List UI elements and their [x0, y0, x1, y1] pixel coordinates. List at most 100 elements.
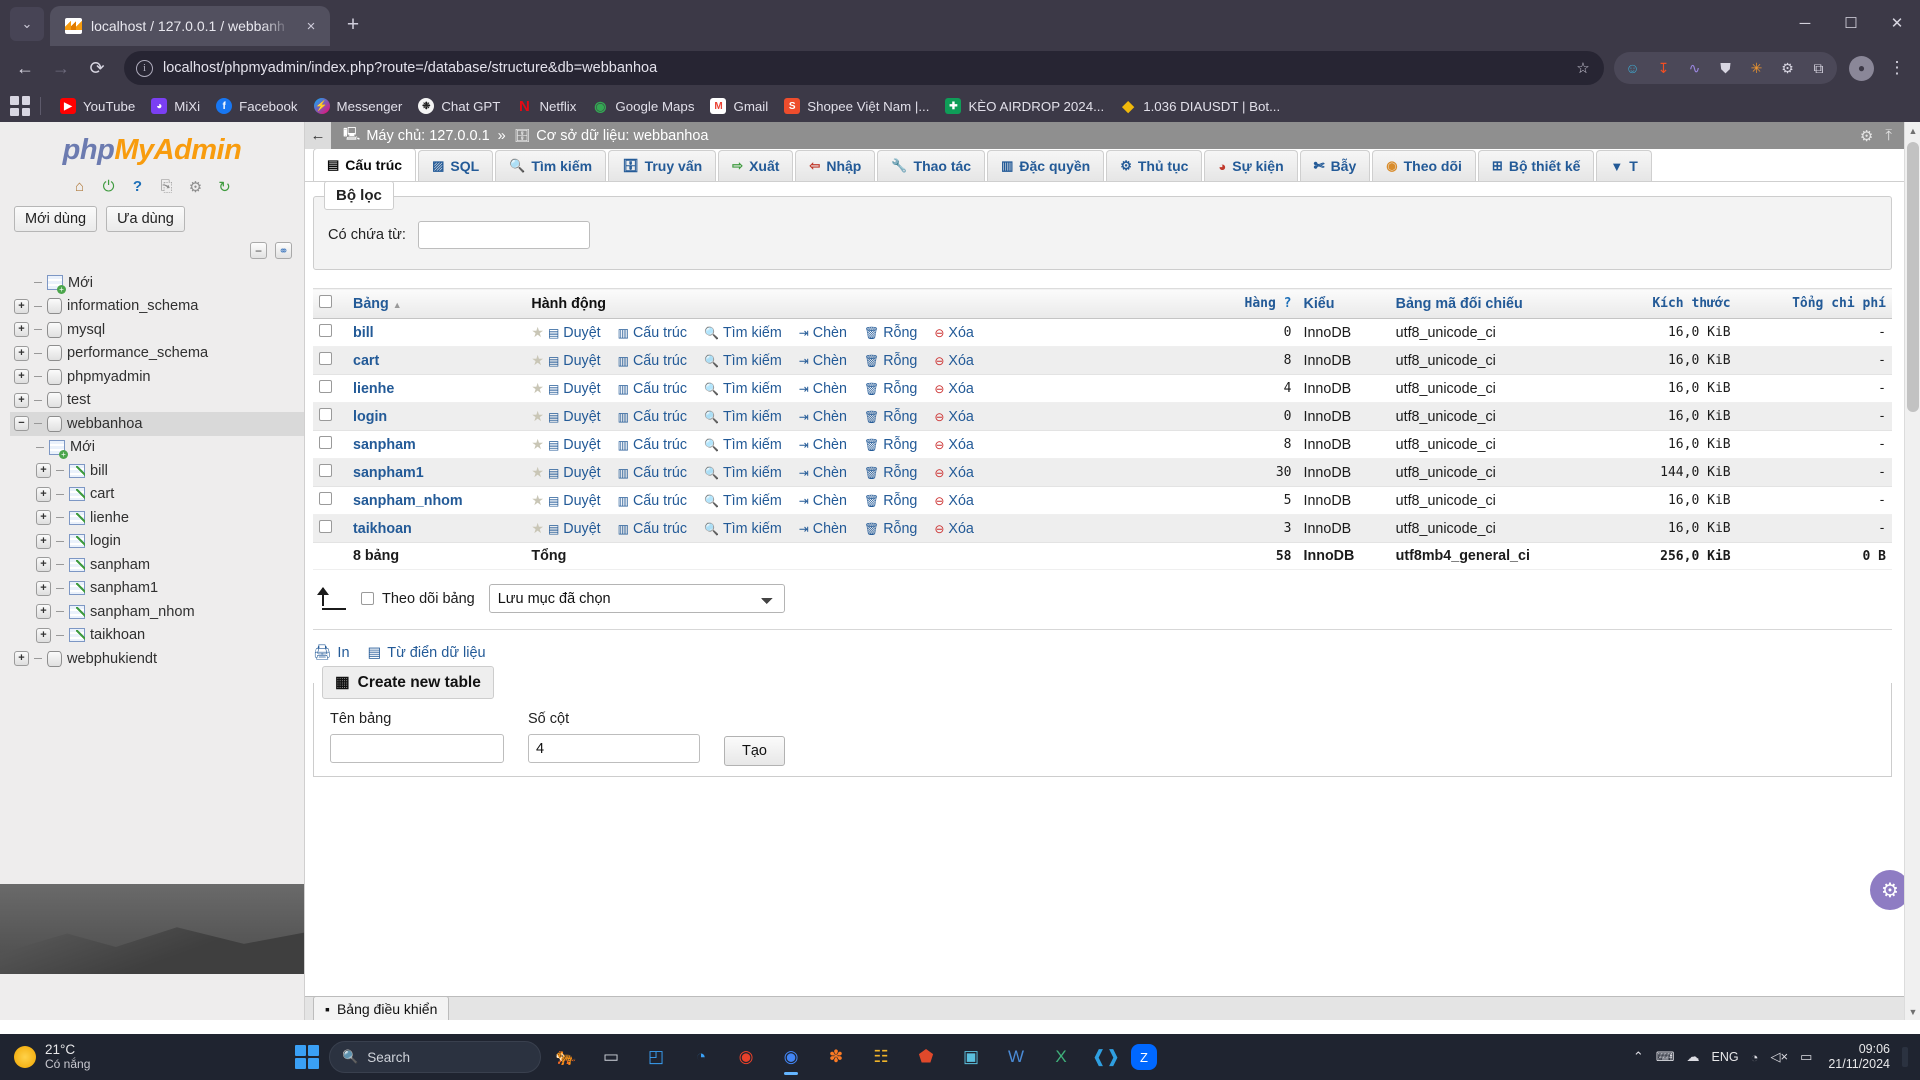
- action-structure[interactable]: ▥ Cấu trúc: [618, 437, 687, 453]
- track-tables-row[interactable]: Theo dõi bảng: [361, 591, 475, 607]
- minimize-icon[interactable]: ─: [1782, 0, 1828, 46]
- store-icon[interactable]: ▣: [951, 1037, 991, 1077]
- scroll-up-icon[interactable]: ▲: [1905, 122, 1920, 139]
- tree-item-test[interactable]: + test: [10, 389, 304, 413]
- idm-extension-icon[interactable]: ↧: [1649, 54, 1678, 83]
- row-select[interactable]: [313, 430, 347, 459]
- page-scrollbar[interactable]: ▲ ▼: [1904, 122, 1920, 1020]
- row-select[interactable]: [313, 458, 347, 487]
- action-empty[interactable]: 🗑 Rỗng: [864, 465, 917, 481]
- copilot-icon[interactable]: 🐅: [546, 1037, 586, 1077]
- table-name-cell[interactable]: login: [347, 402, 526, 431]
- close-icon[interactable]: ×: [300, 15, 322, 37]
- action-structure[interactable]: ▥ Cấu trúc: [618, 465, 687, 481]
- data-dictionary-link[interactable]: ▤ Từ điển dữ liệu: [368, 645, 486, 661]
- avatar[interactable]: ●: [1849, 55, 1874, 81]
- tab-designer[interactable]: ⊞ Bộ thiết kế: [1477, 150, 1595, 181]
- expand-icon[interactable]: +: [14, 369, 29, 385]
- home-icon[interactable]: ⌂: [70, 177, 90, 196]
- collapse-all-icon[interactable]: −: [250, 242, 267, 259]
- action-browse[interactable]: ▤ Duyệt: [548, 325, 601, 341]
- favorite-star-icon[interactable]: ★: [531, 352, 544, 368]
- col-table[interactable]: Bảng ▲: [347, 288, 526, 319]
- action-search[interactable]: 🔍 Tìm kiếm: [704, 353, 782, 369]
- bookmark-youtube[interactable]: ▶ YouTube: [52, 95, 143, 117]
- track-tables-checkbox[interactable]: [361, 592, 374, 605]
- table-row[interactable]: cart ★ ▤ Duyệt ▥ Cấu trúc 🔍 Tìm kiếm ⇥ Chèn …: [313, 346, 1892, 375]
- col-collation[interactable]: Bảng mã đối chiếu: [1389, 288, 1605, 319]
- table-link[interactable]: cart: [353, 353, 379, 369]
- unlink-icon[interactable]: ⚭: [275, 242, 292, 259]
- table-link[interactable]: taikhoan: [353, 521, 412, 537]
- tree-item-lienhe[interactable]: + lienhe: [10, 506, 304, 530]
- table-row[interactable]: taikhoan ★ ▤ Duyệt ▥ Cấu trúc 🔍 Tìm kiếm ⇥ C…: [313, 514, 1892, 543]
- keyboard-icon[interactable]: ⌨: [1656, 1049, 1675, 1065]
- tree-item-performance-schema[interactable]: + performance_schema: [10, 342, 304, 366]
- tree-item-mysql[interactable]: + mysql: [10, 318, 304, 342]
- action-empty[interactable]: 🗑 Rỗng: [864, 353, 917, 369]
- expand-icon[interactable]: +: [36, 557, 51, 573]
- action-search[interactable]: 🔍 Tìm kiếm: [704, 437, 782, 453]
- table-name-cell[interactable]: bill: [347, 318, 526, 347]
- action-empty[interactable]: 🗑 Rỗng: [864, 409, 917, 425]
- brave-icon[interactable]: ⬟: [906, 1037, 946, 1077]
- tab-structure[interactable]: ▤ Cấu trúc: [313, 149, 417, 181]
- action-insert[interactable]: ⇥ Chèn: [799, 521, 847, 537]
- action-insert[interactable]: ⇥ Chèn: [799, 437, 847, 453]
- row-checkbox[interactable]: [319, 380, 332, 393]
- star-extension-icon[interactable]: ✳: [1742, 54, 1771, 83]
- favorite-star-icon[interactable]: ★: [531, 492, 544, 508]
- row-checkbox[interactable]: [319, 492, 332, 505]
- tab-routines[interactable]: ⚙ Thủ tục: [1106, 150, 1203, 181]
- bookmark-keo-airdrop[interactable]: ✚ KÈO AIRDROP 2024...: [937, 95, 1112, 117]
- tab-search-button[interactable]: ⌄: [10, 7, 44, 41]
- onedrive-icon[interactable]: ☁: [1687, 1049, 1700, 1065]
- search-input[interactable]: 🔍 Search: [329, 1041, 541, 1073]
- action-empty[interactable]: 🗑 Rỗng: [864, 493, 917, 509]
- tree-item-phpmyadmin[interactable]: + phpmyadmin: [10, 365, 304, 389]
- expand-icon[interactable]: +: [14, 651, 29, 667]
- action-insert[interactable]: ⇥ Chèn: [799, 325, 847, 341]
- docs-icon[interactable]: ⎘: [157, 177, 177, 196]
- tree-item-moi[interactable]: Mới: [10, 271, 304, 295]
- action-browse[interactable]: ▤ Duyệt: [548, 409, 601, 425]
- favorite-star-icon[interactable]: ★: [531, 436, 544, 452]
- word-icon[interactable]: W: [996, 1037, 1036, 1077]
- table-link[interactable]: lienhe: [353, 381, 394, 397]
- bookmark-binance[interactable]: ◆ 1.036 DIAUSDT | Bot...: [1112, 95, 1288, 117]
- action-insert[interactable]: ⇥ Chèn: [799, 353, 847, 369]
- taskview-icon[interactable]: ▭: [591, 1037, 631, 1077]
- action-search[interactable]: 🔍 Tìm kiếm: [704, 493, 782, 509]
- table-link[interactable]: sanpham1: [353, 465, 424, 481]
- zalo-icon[interactable]: Z: [1131, 1044, 1157, 1070]
- row-select[interactable]: [313, 514, 347, 543]
- puzzle-extension-icon[interactable]: ⧉: [1804, 54, 1833, 83]
- num-columns-input[interactable]: [528, 734, 700, 763]
- tray-expand-icon[interactable]: ⌃: [1633, 1049, 1644, 1065]
- row-select[interactable]: [313, 402, 347, 431]
- action-empty[interactable]: 🗑 Rỗng: [864, 381, 917, 397]
- action-structure[interactable]: ▥ Cấu trúc: [618, 381, 687, 397]
- help-icon[interactable]: ?: [128, 177, 148, 196]
- expand-icon[interactable]: +: [36, 486, 51, 502]
- col-overhead[interactable]: Tổng chi phí: [1736, 288, 1892, 319]
- site-info-icon[interactable]: i: [136, 59, 153, 77]
- action-browse[interactable]: ▤ Duyệt: [548, 381, 601, 397]
- action-insert[interactable]: ⇥ Chèn: [799, 465, 847, 481]
- action-search[interactable]: 🔍 Tìm kiếm: [704, 521, 782, 537]
- action-empty[interactable]: 🗑 Rỗng: [864, 521, 917, 537]
- table-row[interactable]: bill ★ ▤ Duyệt ▥ Cấu trúc 🔍 Tìm kiếm ⇥ Chèn …: [313, 318, 1892, 347]
- address-bar[interactable]: i localhost/phpmyadmin/index.php?route=/…: [124, 51, 1604, 85]
- excel-icon[interactable]: X: [1041, 1037, 1081, 1077]
- expand-icon[interactable]: +: [36, 510, 51, 526]
- tree-item-information-schema[interactable]: + information_schema: [10, 295, 304, 319]
- console-toggle[interactable]: ▪ Bảng điều khiển: [313, 996, 450, 1020]
- language-indicator[interactable]: ENG: [1712, 1050, 1739, 1064]
- tab-triggers[interactable]: ✄ Bẫy: [1299, 150, 1371, 181]
- action-drop[interactable]: ⊖ Xóa: [934, 353, 974, 369]
- bookmark-mixi[interactable]: ◕ MiXi: [143, 95, 208, 117]
- bookmark-facebook[interactable]: f Facebook: [208, 95, 305, 117]
- reload-icon[interactable]: ⟳: [80, 51, 114, 85]
- bookmark-star-icon[interactable]: ☆: [1572, 59, 1594, 77]
- recent-button[interactable]: Mới dùng: [14, 206, 98, 232]
